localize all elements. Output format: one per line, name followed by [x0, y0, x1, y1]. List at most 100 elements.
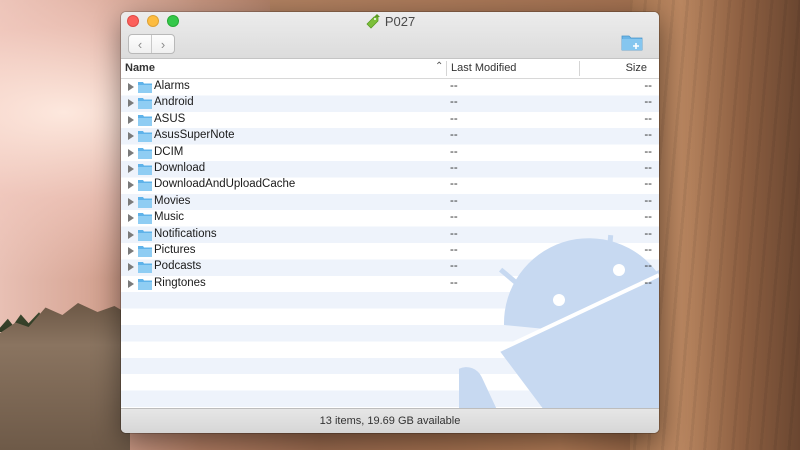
desktop-background: P027 ‹ › Name ⌃ Last Modified Size Alarm…	[0, 0, 800, 450]
column-header: Name ⌃ Last Modified Size	[121, 59, 659, 79]
sort-ascending-icon[interactable]: ⌃	[435, 61, 443, 72]
table-row[interactable]: ASUS -- --	[121, 112, 659, 128]
file-modified: --	[450, 80, 458, 92]
disclosure-triangle-icon[interactable]	[128, 83, 134, 91]
column-header-name[interactable]: Name	[125, 62, 155, 74]
titlebar: P027 ‹ ›	[121, 12, 659, 59]
file-modified: --	[450, 227, 458, 240]
column-header-last-modified[interactable]: Last Modified	[451, 62, 516, 74]
file-modified: --	[450, 112, 458, 125]
disclosure-triangle-icon[interactable]	[128, 115, 134, 124]
table-row[interactable]: Podcasts -- --	[121, 259, 659, 275]
disclosure-triangle-icon[interactable]	[128, 263, 134, 272]
folder-icon	[138, 98, 152, 110]
folder-icon	[138, 180, 152, 192]
file-size: --	[644, 80, 652, 92]
file-size: --	[644, 194, 652, 207]
file-size: --	[644, 260, 652, 273]
file-name: Android	[154, 96, 194, 109]
folder-icon	[138, 278, 152, 290]
disclosure-triangle-icon[interactable]	[128, 164, 134, 173]
file-size: --	[644, 129, 652, 142]
disclosure-triangle-icon[interactable]	[128, 132, 134, 141]
file-size: --	[644, 211, 652, 224]
file-transfer-window: P027 ‹ › Name ⌃ Last Modified Size Alarm…	[121, 12, 659, 433]
file-modified: --	[450, 178, 458, 191]
disclosure-triangle-icon[interactable]	[128, 99, 134, 108]
disclosure-triangle-icon[interactable]	[128, 230, 134, 239]
folder-icon	[138, 229, 152, 241]
folder-icon	[138, 131, 152, 143]
file-modified: --	[450, 276, 458, 289]
disclosure-triangle-icon[interactable]	[128, 246, 134, 255]
folder-icon	[138, 82, 152, 93]
file-modified: --	[450, 211, 458, 224]
table-row[interactable]: Notifications -- --	[121, 227, 659, 243]
file-name: ASUS	[154, 112, 186, 125]
file-modified: --	[450, 96, 458, 109]
file-size: --	[644, 96, 652, 109]
disclosure-triangle-icon[interactable]	[128, 181, 134, 190]
file-size: --	[644, 276, 652, 289]
file-list[interactable]: Alarms -- -- Android -- -- ASUS -- -- As…	[121, 79, 659, 410]
file-name: DownloadAndUploadCache	[154, 178, 296, 191]
file-modified: --	[450, 161, 458, 174]
disclosure-triangle-icon[interactable]	[128, 279, 134, 288]
file-size: --	[644, 145, 652, 158]
file-name: AsusSuperNote	[154, 129, 235, 142]
file-name: Music	[154, 211, 185, 224]
folder-icon	[138, 147, 152, 159]
file-name: Pictures	[154, 243, 196, 256]
chevron-right-icon: ›	[160, 36, 166, 52]
file-modified: --	[450, 194, 458, 207]
column-divider[interactable]	[446, 61, 447, 76]
table-row[interactable]: Alarms -- --	[121, 79, 659, 95]
table-row[interactable]: Movies -- --	[121, 194, 659, 210]
table-row[interactable]: DCIM -- --	[121, 145, 659, 161]
disclosure-triangle-icon[interactable]	[128, 148, 134, 157]
file-size: --	[644, 161, 652, 174]
back-button[interactable]: ‹	[129, 35, 151, 53]
table-row[interactable]: AsusSuperNote -- --	[121, 128, 659, 144]
android-file-transfer-icon	[366, 14, 380, 29]
table-row[interactable]: Music -- --	[121, 210, 659, 226]
table-row[interactable]: DownloadAndUploadCache -- --	[121, 177, 659, 193]
folder-icon	[138, 245, 152, 257]
new-folder-button[interactable]	[621, 32, 643, 52]
column-divider[interactable]	[579, 61, 580, 76]
table-row[interactable]: Download -- --	[121, 161, 659, 177]
file-name: DCIM	[154, 145, 184, 158]
file-name: Notifications	[154, 227, 217, 240]
file-rows: Alarms -- -- Android -- -- ASUS -- -- As…	[121, 79, 659, 292]
file-name: Movies	[154, 194, 191, 207]
file-modified: --	[450, 145, 458, 158]
column-header-size[interactable]: Size	[626, 62, 647, 74]
disclosure-triangle-icon[interactable]	[128, 197, 134, 206]
status-text: 13 items, 19.69 GB available	[319, 415, 461, 427]
navigation-buttons: ‹ ›	[128, 34, 175, 54]
folder-icon	[138, 114, 152, 126]
forward-button[interactable]: ›	[151, 35, 174, 53]
file-name: Podcasts	[154, 260, 202, 273]
window-title-text: P027	[384, 13, 416, 29]
file-name: Download	[154, 161, 206, 174]
folder-icon	[138, 213, 152, 225]
chevron-left-icon: ‹	[137, 36, 143, 52]
file-size: --	[644, 227, 652, 240]
file-size: --	[644, 243, 652, 256]
window-title: P027	[121, 13, 659, 29]
file-modified: --	[450, 260, 458, 273]
file-size: --	[644, 112, 652, 125]
folder-icon	[138, 163, 152, 175]
file-size: --	[644, 178, 652, 191]
file-name: Ringtones	[154, 276, 206, 289]
table-row[interactable]: Ringtones -- --	[121, 276, 659, 292]
disclosure-triangle-icon[interactable]	[128, 214, 134, 223]
folder-icon	[138, 196, 152, 208]
file-modified: --	[450, 243, 458, 256]
file-modified: --	[450, 129, 458, 142]
status-bar: 13 items, 19.69 GB available	[121, 408, 659, 433]
table-row[interactable]: Pictures -- --	[121, 243, 659, 259]
table-row[interactable]: Android -- --	[121, 95, 659, 111]
file-name: Alarms	[154, 80, 190, 92]
